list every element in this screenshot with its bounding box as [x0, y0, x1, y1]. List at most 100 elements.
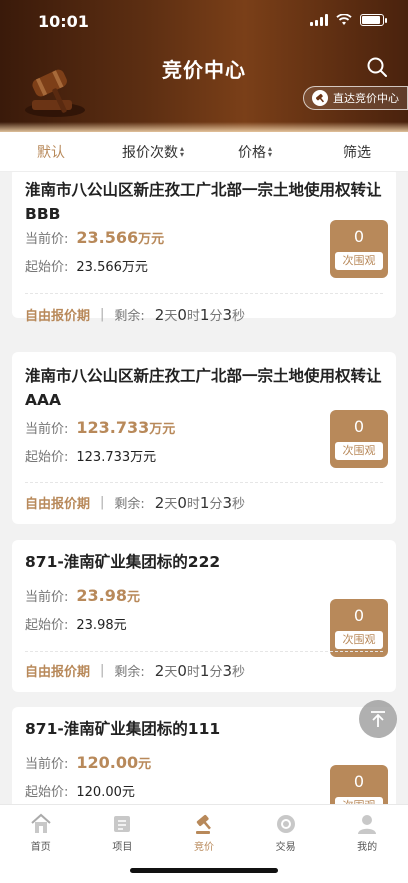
home-indicator	[130, 868, 278, 873]
watch-count: 0	[353, 417, 365, 436]
start-price-label: 起始价:	[25, 260, 69, 275]
remaining-label: 剩余:	[114, 309, 145, 324]
tab-home-label: 首页	[30, 842, 51, 853]
remaining-label: 剩余:	[114, 665, 145, 680]
current-price-label: 当前价:	[25, 590, 69, 605]
start-price-label: 起始价:	[25, 618, 69, 633]
countdown-row: 自由报价期 | 剩余: 2天0时1分3秒	[25, 493, 245, 512]
auction-list: 淮南市八公山区新庄孜工广北部一宗土地使用权转让BBB 当前价: 23.566万元…	[0, 172, 408, 804]
gavel-icon	[195, 814, 211, 834]
status-icons	[310, 14, 387, 26]
start-price-row: 起始价: 120.00元	[25, 781, 135, 800]
separator: |	[100, 495, 105, 510]
start-price-row: 起始价: 23.566万元	[25, 256, 148, 275]
filter-bid-count[interactable]: 报价次数 ▴ ▾	[102, 142, 204, 162]
current-price-label: 当前价:	[25, 757, 69, 772]
start-price-row: 起始价: 23.98元	[25, 614, 127, 633]
watch-label: 次围观	[335, 631, 383, 649]
current-price-label: 当前价:	[25, 422, 69, 437]
back-to-top-button[interactable]	[359, 700, 397, 738]
watch-label: 次围观	[335, 442, 383, 460]
filter-screen-label: 筛选	[343, 144, 371, 161]
current-price-label: 当前价:	[25, 232, 69, 247]
battery-icon	[360, 14, 387, 26]
current-price-value: 123.733万元	[76, 418, 176, 437]
wifi-icon	[336, 14, 352, 26]
filter-default[interactable]: 默认	[0, 142, 102, 162]
start-price-label: 起始价:	[25, 450, 69, 465]
card-title: 871-淮南矿业集团标的222	[25, 553, 221, 571]
current-price-value: 23.566万元	[76, 228, 165, 247]
page-title: 竞价中心	[162, 58, 246, 82]
sort-icon: ▴ ▾	[179, 143, 184, 159]
card-title: 淮南市八公山区新庄孜工广北部一宗土地使用权转让AAA	[25, 367, 382, 409]
arrow-up-icon	[371, 711, 385, 727]
watch-count-badge: 0 次围观	[330, 410, 388, 468]
start-price-row: 起始价: 123.733万元	[25, 446, 156, 465]
status-time: 10:01	[38, 12, 89, 31]
current-price-row: 当前价: 120.00元	[25, 753, 151, 772]
watch-label: 次围观	[335, 797, 383, 804]
tab-auction-label: 竞价	[193, 842, 214, 853]
auction-card[interactable]: 871-淮南矿业集团标的111 当前价: 120.00元 起始价: 120.00…	[12, 707, 396, 804]
watch-count: 0	[353, 227, 365, 246]
filter-default-label: 默认	[37, 144, 65, 161]
separator: |	[100, 663, 105, 678]
filter-price[interactable]: 价格 ▴ ▾	[204, 142, 306, 162]
countdown: 2天0时1分3秒	[154, 662, 246, 680]
card-title: 871-淮南矿业集团标的111	[25, 720, 221, 738]
trade-icon	[276, 815, 295, 833]
filter-bid-count-label: 报价次数	[121, 144, 178, 161]
current-price-value: 120.00元	[76, 753, 152, 772]
divider	[25, 651, 383, 652]
bid-period: 自由报价期	[25, 497, 91, 512]
tab-project-label: 项目	[112, 842, 133, 853]
auction-icon	[312, 90, 328, 106]
tab-mine-label: 我的	[357, 842, 378, 853]
home-icon	[31, 813, 51, 833]
filter-screen[interactable]: 筛选	[306, 142, 408, 162]
start-price-label: 起始价:	[25, 785, 69, 800]
watch-label: 次围观	[335, 252, 383, 270]
signal-icon	[310, 14, 328, 26]
watch-count: 0	[353, 606, 365, 625]
user-icon	[358, 815, 377, 834]
start-price-value: 120.00元	[76, 785, 135, 800]
filter-price-label: 价格	[237, 144, 266, 161]
current-price-row: 当前价: 23.566万元	[25, 228, 164, 247]
sort-icon: ▴ ▾	[267, 143, 272, 159]
direct-auction-label: 直达竞价中心	[333, 92, 399, 105]
divider	[25, 482, 383, 483]
current-price-value: 23.98元	[76, 586, 141, 605]
card-title: 淮南市八公山区新庄孜工广北部一宗土地使用权转让BBB	[25, 181, 382, 223]
watch-count-badge: 0 次围观	[330, 599, 388, 657]
countdown-row: 自由报价期 | 剩余: 2天0时1分3秒	[25, 661, 245, 680]
tab-trade-label: 交易	[275, 842, 296, 853]
filter-bar: 默认 报价次数 ▴ ▾ 价格 ▴ ▾ 筛选	[0, 132, 408, 172]
remaining-label: 剩余:	[114, 497, 145, 512]
search-icon[interactable]	[366, 56, 388, 78]
project-icon	[114, 816, 131, 832]
current-price-row: 当前价: 23.98元	[25, 586, 140, 605]
countdown: 2天0时1分3秒	[154, 306, 246, 324]
countdown-row: 自由报价期 | 剩余: 2天0时1分3秒	[25, 305, 245, 324]
start-price-value: 123.733万元	[76, 450, 157, 465]
auction-card[interactable]: 淮南市八公山区新庄孜工广北部一宗土地使用权转让BBB 当前价: 23.566万元…	[12, 172, 396, 318]
tab-mine[interactable]: 我的	[326, 805, 408, 883]
bid-period: 自由报价期	[25, 309, 91, 324]
tab-home[interactable]: 首页	[0, 805, 82, 883]
countdown: 2天0时1分3秒	[154, 494, 246, 512]
separator: |	[100, 307, 105, 322]
watch-count-badge: 0 次围观	[330, 220, 388, 278]
direct-auction-button[interactable]: 直达竞价中心	[303, 86, 408, 110]
start-price-value: 23.98元	[76, 618, 127, 633]
auction-card[interactable]: 871-淮南矿业集团标的222 当前价: 23.98元 起始价: 23.98元 …	[12, 540, 396, 692]
watch-count-badge: 0 次围观	[330, 765, 388, 804]
header: 10:01 竞价中心 直达竞价中心	[0, 0, 408, 132]
current-price-row: 当前价: 123.733万元	[25, 418, 175, 437]
auction-card[interactable]: 淮南市八公山区新庄孜工广北部一宗土地使用权转让AAA 当前价: 123.733万…	[12, 352, 396, 524]
watch-count: 0	[353, 772, 365, 791]
start-price-value: 23.566万元	[76, 260, 148, 275]
divider	[25, 293, 383, 294]
bid-period: 自由报价期	[25, 665, 91, 680]
